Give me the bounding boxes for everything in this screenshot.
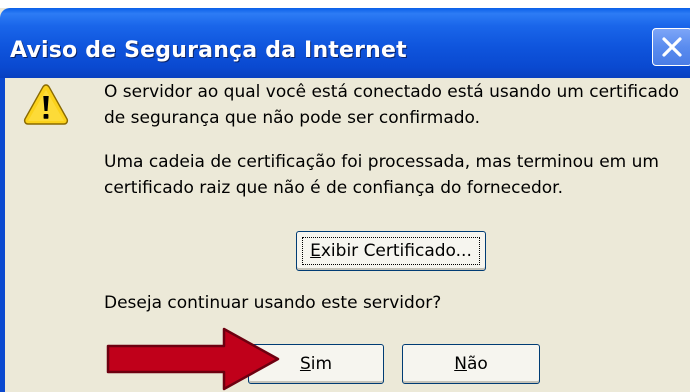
view-certificate-button[interactable]: Exibir Certificado...	[296, 231, 486, 271]
message-line-3: Uma cadeia de certificação foi processad…	[104, 152, 659, 172]
no-text: ão	[466, 354, 488, 374]
no-label: Não	[454, 354, 488, 374]
message-line-4: certificado raiz que não é de confiança …	[104, 178, 563, 198]
view-certificate-label: Exibir Certificado...	[310, 241, 472, 261]
close-button[interactable]	[652, 28, 690, 66]
view-certificate-accesskey: E	[310, 241, 321, 261]
view-certificate-text: xibir Certificado...	[320, 241, 472, 261]
question-text: Deseja continuar usando este servidor?	[104, 293, 442, 313]
title-bar[interactable]: Aviso de Segurança da Internet	[0, 8, 690, 78]
warning-icon	[23, 84, 69, 125]
message-line-2: de segurança que não pode ser confirmado…	[104, 108, 481, 128]
message-paragraph-1: O servidor ao qual você está conectado e…	[104, 79, 679, 131]
message-line-1: O servidor ao qual você está conectado e…	[104, 82, 680, 102]
no-accesskey: N	[454, 354, 467, 374]
window-left-border	[0, 78, 5, 392]
close-icon	[662, 37, 682, 57]
yes-accesskey: S	[299, 354, 311, 374]
message-paragraph-2: Uma cadeia de certificação foi processad…	[104, 149, 659, 201]
no-button[interactable]: Não	[402, 344, 540, 384]
arrow-right-icon	[106, 327, 280, 391]
yes-text: im	[310, 354, 333, 374]
yes-label: Sim	[300, 354, 332, 374]
security-warning-dialog: Aviso de Segurança da Internet O servido…	[0, 8, 690, 392]
window-title: Aviso de Segurança da Internet	[10, 38, 407, 63]
